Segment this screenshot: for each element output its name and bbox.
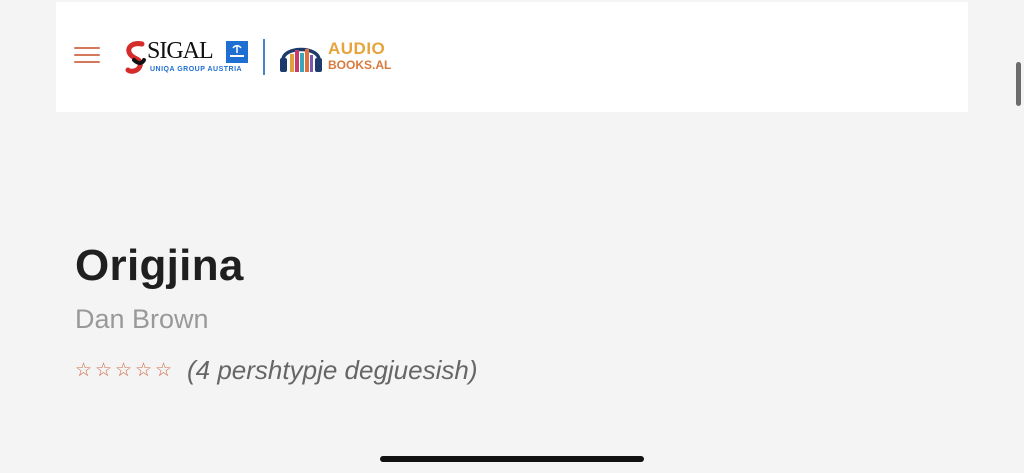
- star-icon[interactable]: ☆: [155, 360, 175, 380]
- scrollbar-thumb[interactable]: [1016, 62, 1021, 106]
- hamburger-menu-icon[interactable]: [74, 45, 100, 65]
- audio-wordmark: AUDIO: [328, 39, 386, 58]
- home-indicator[interactable]: [380, 456, 644, 462]
- sigal-subtitle: UNIQA GROUP AUSTRIA: [150, 66, 243, 73]
- review-count[interactable]: (4 pershtypje degjuesish): [187, 353, 478, 387]
- logo-divider: [263, 39, 265, 75]
- star-icon[interactable]: ☆: [115, 360, 135, 380]
- site-header: SIGAL UNIQA GROUP AUSTRIA AUDIO BOOKS.AL: [56, 2, 968, 112]
- book-author[interactable]: Dan Brown: [75, 302, 209, 336]
- book-title: Origjina: [75, 241, 244, 290]
- star-icon[interactable]: ☆: [95, 360, 115, 380]
- sigal-s-mark-icon: [125, 41, 146, 74]
- sigal-logo[interactable]: SIGAL UNIQA GROUP AUSTRIA: [124, 38, 250, 78]
- book-rating: ☆ ☆ ☆ ☆ ☆ (4 pershtypje degjuesish): [75, 353, 478, 387]
- rating-stars[interactable]: ☆ ☆ ☆ ☆ ☆: [75, 360, 175, 380]
- sigal-wordmark: SIGAL: [147, 38, 214, 64]
- headphones-books-icon: [280, 47, 322, 72]
- star-icon[interactable]: ☆: [75, 360, 95, 380]
- star-icon[interactable]: ☆: [135, 360, 155, 380]
- books-al-wordmark: BOOKS.AL: [328, 58, 392, 72]
- audiobooks-logo[interactable]: AUDIO BOOKS.AL: [278, 38, 391, 78]
- uniqa-badge-icon: [226, 41, 248, 63]
